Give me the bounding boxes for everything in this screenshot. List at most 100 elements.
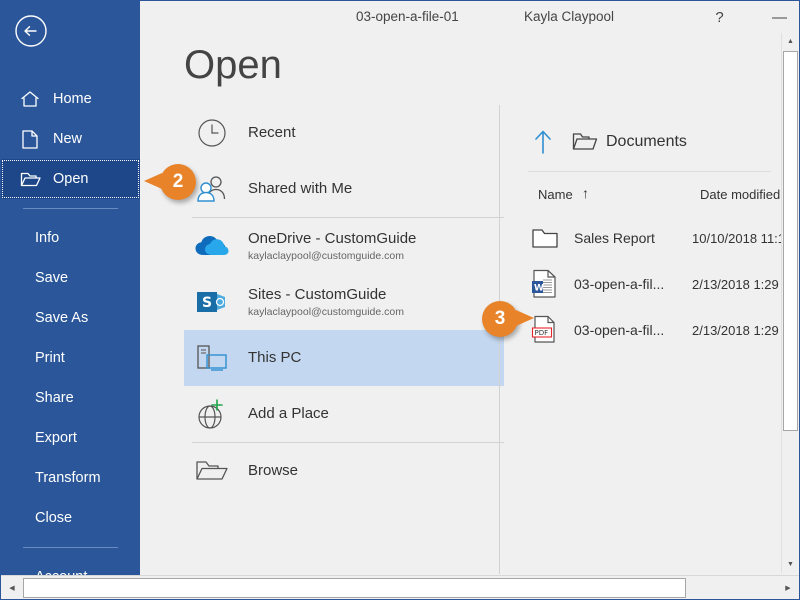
- word-backstage-window: Home New Open Info Save Save As Print Sh…: [0, 0, 800, 600]
- file-pane-divider: [528, 171, 771, 172]
- up-one-level-button[interactable]: [528, 127, 558, 157]
- current-folder-name: Documents: [606, 133, 687, 150]
- sidebar-item-save-as[interactable]: Save As: [1, 298, 140, 338]
- callout-tail: [144, 173, 162, 189]
- place-onedrive[interactable]: OneDrive - CustomGuide kaylaclaypool@cus…: [184, 218, 504, 274]
- sidebar-item-label: Save: [35, 270, 69, 286]
- place-label: Shared with Me: [248, 179, 353, 197]
- account-user-name[interactable]: Kayla Claypool: [524, 9, 614, 24]
- place-sublabel: kaylaclaypool@customguide.com: [248, 306, 404, 319]
- page-title: Open: [184, 43, 282, 87]
- horizontal-scrollbar[interactable]: ◀ ▶: [1, 575, 799, 599]
- sidebar-divider-top: [23, 208, 118, 209]
- file-date-modified: 2/13/2018 1:29 P: [692, 322, 792, 338]
- file-browser-pane: Documents Name ↑ Date modified Sales Rep…: [499, 105, 799, 574]
- sidebar-item-save[interactable]: Save: [1, 258, 140, 298]
- callout-number: 3: [494, 308, 506, 329]
- scroll-up-button[interactable]: ▲: [782, 33, 799, 50]
- svg-text:W: W: [534, 284, 544, 294]
- new-document-icon: [19, 129, 41, 149]
- file-date-modified: 10/10/2018 11:1: [692, 230, 786, 246]
- sidebar-item-label: Export: [35, 430, 77, 446]
- sidebar-item-transform[interactable]: Transform: [1, 458, 140, 498]
- sidebar-item-open[interactable]: Open: [1, 159, 140, 199]
- callout-badge-2: 2: [144, 164, 196, 200]
- sidebar-primary-nav: Home New Open: [1, 79, 140, 199]
- file-date-modified: 2/13/2018 1:29 P: [692, 276, 792, 292]
- sidebar-divider-bottom: [23, 547, 118, 548]
- table-row[interactable]: PDF 03-open-a-fil... 2/13/2018 1:29 P: [500, 307, 799, 353]
- sidebar-item-label: Close: [35, 510, 73, 526]
- sort-ascending-icon: ↑: [582, 185, 589, 201]
- horizontal-scroll-thumb[interactable]: [23, 577, 686, 598]
- document-title: 03-open-a-file-01: [356, 9, 459, 24]
- callout-badge-3: 3: [482, 301, 534, 337]
- sidebar-item-label: Print: [35, 350, 65, 366]
- place-label: Recent: [248, 123, 296, 141]
- sidebar-item-label: Info: [35, 230, 60, 246]
- sidebar-item-home[interactable]: Home: [1, 79, 140, 119]
- callout-tail: [516, 310, 534, 326]
- word-document-icon: W: [530, 269, 560, 299]
- sidebar-item-close[interactable]: Close: [1, 498, 140, 538]
- current-folder-header: Documents: [528, 127, 687, 157]
- browse-folder-icon: [192, 451, 232, 491]
- place-label: Add a Place: [248, 404, 329, 422]
- sharepoint-icon: S: [192, 282, 232, 322]
- back-arrow-button[interactable]: [14, 14, 48, 48]
- sidebar-item-export[interactable]: Export: [1, 418, 140, 458]
- horizontal-scroll-track[interactable]: [23, 577, 777, 598]
- place-sublabel: kaylaclaypool@customguide.com: [248, 250, 404, 263]
- sidebar-item-label: Save As: [35, 310, 89, 326]
- minimize-button[interactable]: —: [757, 1, 800, 33]
- sidebar-item-info[interactable]: Info: [1, 218, 140, 258]
- sidebar-item-label: New: [53, 131, 83, 147]
- open-folder-icon: [19, 169, 41, 189]
- place-this-pc[interactable]: This PC: [184, 330, 504, 386]
- help-button[interactable]: ?: [697, 1, 742, 33]
- people-icon: [192, 169, 232, 209]
- svg-text:S: S: [202, 295, 212, 311]
- add-a-place-icon: [192, 394, 232, 434]
- file-name: 03-open-a-fil...: [574, 276, 665, 292]
- sidebar-item-print[interactable]: Print: [1, 338, 140, 378]
- place-label: Browse: [248, 461, 299, 479]
- scroll-down-button[interactable]: ▼: [782, 556, 799, 573]
- place-shared-with-me[interactable]: Shared with Me: [184, 161, 504, 217]
- folder-icon: [572, 131, 598, 153]
- backstage-open-pane: Open Recent Shared with Me OneDrive - Cu…: [140, 33, 799, 574]
- scroll-right-button[interactable]: ▶: [779, 577, 797, 598]
- place-sites[interactable]: S Sites - CustomGuide kaylaclaypool@cust…: [184, 274, 504, 330]
- back-arrow-icon: [15, 15, 47, 47]
- pdf-document-icon: PDF: [530, 315, 560, 345]
- backstage-sidebar: Home New Open Info Save Save As Print Sh…: [1, 1, 140, 585]
- place-add-a-place[interactable]: Add a Place: [184, 386, 504, 442]
- sidebar-secondary-nav: Info Save Save As Print Share Export Tra…: [1, 199, 140, 597]
- place-label: OneDrive - CustomGuide: [248, 229, 417, 247]
- file-name: Sales Report: [574, 230, 655, 246]
- file-name: 03-open-a-fil...: [574, 322, 665, 338]
- file-list-column-headers: Name ↑ Date modified: [538, 185, 799, 207]
- place-label: Sites - CustomGuide: [248, 285, 387, 303]
- place-recent[interactable]: Recent: [184, 105, 504, 161]
- place-browse[interactable]: Browse: [184, 443, 504, 499]
- column-header-date-modified[interactable]: Date modified: [700, 187, 780, 202]
- sidebar-item-new[interactable]: New: [1, 119, 140, 159]
- sidebar-item-label: Transform: [35, 470, 101, 486]
- sidebar-item-label: Open: [53, 171, 89, 187]
- clock-icon: [192, 113, 232, 153]
- this-pc-icon: [192, 338, 232, 378]
- svg-text:PDF: PDF: [535, 329, 549, 337]
- table-row[interactable]: W 03-open-a-fil... 2/13/2018 1:29 P: [500, 261, 799, 307]
- vertical-scroll-thumb[interactable]: [783, 51, 798, 431]
- column-header-name[interactable]: Name: [538, 187, 573, 202]
- callout-number: 2: [172, 171, 184, 192]
- file-list: Sales Report 10/10/2018 11:1 W 03-open-a…: [500, 215, 799, 353]
- sidebar-item-label: Share: [35, 390, 74, 406]
- table-row[interactable]: Sales Report 10/10/2018 11:1: [500, 215, 799, 261]
- place-label: This PC: [248, 348, 302, 366]
- vertical-scrollbar[interactable]: ▲ ▼: [781, 33, 799, 573]
- scroll-left-button[interactable]: ◀: [3, 577, 21, 598]
- sidebar-item-label: Home: [53, 91, 92, 107]
- sidebar-item-share[interactable]: Share: [1, 378, 140, 418]
